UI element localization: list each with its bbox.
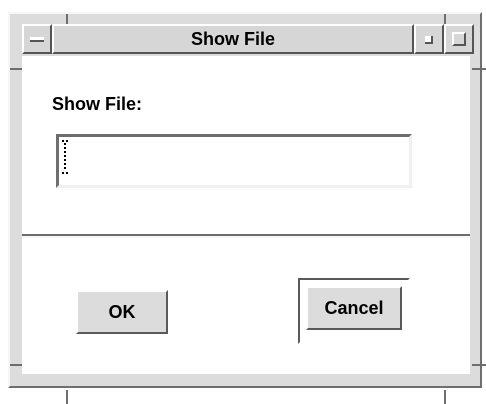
cancel-button[interactable]: Cancel <box>306 286 402 330</box>
minimize-icon <box>425 36 433 44</box>
show-file-label: Show File: <box>52 94 142 114</box>
frame-resize-notch <box>472 364 486 366</box>
title-bar[interactable]: Show File <box>22 24 474 56</box>
frame-resize-notch <box>444 390 446 404</box>
separator <box>22 234 470 238</box>
frame-resize-notch <box>472 68 486 70</box>
window-menu-icon <box>30 36 44 42</box>
dialog-body: Show File: OK Cancel <box>22 56 470 374</box>
minimize-button[interactable] <box>414 24 444 54</box>
maximize-icon <box>452 32 466 46</box>
frame-resize-notch <box>66 390 68 404</box>
window-title[interactable]: Show File <box>52 24 414 54</box>
file-name-input[interactable] <box>56 134 412 188</box>
ok-button[interactable]: OK <box>76 290 168 334</box>
maximize-button[interactable] <box>444 24 474 54</box>
window-menu-button[interactable] <box>22 24 52 54</box>
